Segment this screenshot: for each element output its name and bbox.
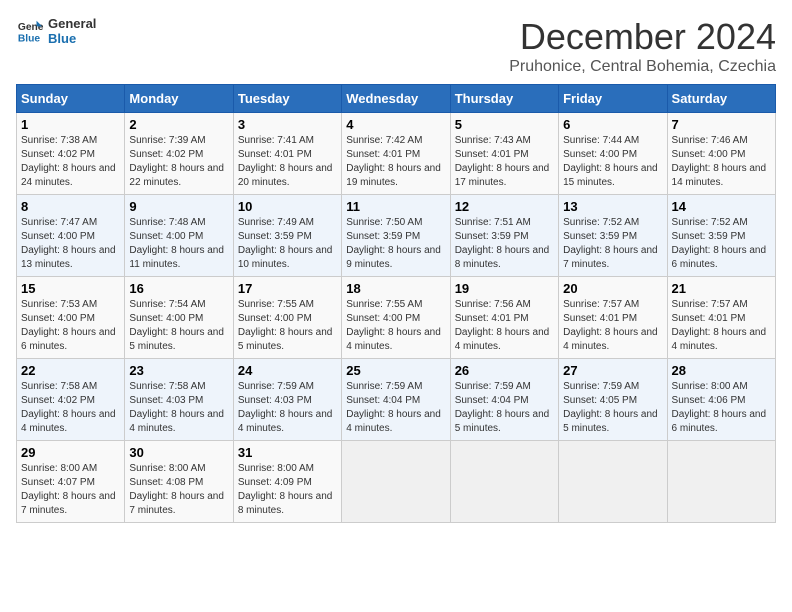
column-header-thursday: Thursday bbox=[450, 85, 558, 113]
logo: General Blue General Blue bbox=[16, 16, 96, 46]
location-title: Pruhonice, Central Bohemia, Czechia bbox=[509, 58, 776, 76]
calendar-week-1: 1 Sunrise: 7:38 AM Sunset: 4:02 PM Dayli… bbox=[17, 113, 776, 195]
calendar-cell bbox=[559, 441, 667, 523]
calendar-cell: 4 Sunrise: 7:42 AM Sunset: 4:01 PM Dayli… bbox=[342, 113, 450, 195]
calendar-cell: 6 Sunrise: 7:44 AM Sunset: 4:00 PM Dayli… bbox=[559, 113, 667, 195]
calendar-cell: 27 Sunrise: 7:59 AM Sunset: 4:05 PM Dayl… bbox=[559, 359, 667, 441]
calendar-week-3: 15 Sunrise: 7:53 AM Sunset: 4:00 PM Dayl… bbox=[17, 277, 776, 359]
calendar-cell: 18 Sunrise: 7:55 AM Sunset: 4:00 PM Dayl… bbox=[342, 277, 450, 359]
month-title: December 2024 bbox=[509, 16, 776, 58]
calendar-cell: 20 Sunrise: 7:57 AM Sunset: 4:01 PM Dayl… bbox=[559, 277, 667, 359]
calendar-cell: 7 Sunrise: 7:46 AM Sunset: 4:00 PM Dayli… bbox=[667, 113, 775, 195]
page-header: General Blue General Blue December 2024 … bbox=[16, 16, 776, 76]
column-header-friday: Friday bbox=[559, 85, 667, 113]
calendar-cell: 31 Sunrise: 8:00 AM Sunset: 4:09 PM Dayl… bbox=[233, 441, 341, 523]
svg-text:Blue: Blue bbox=[18, 33, 41, 44]
calendar-cell: 19 Sunrise: 7:56 AM Sunset: 4:01 PM Dayl… bbox=[450, 277, 558, 359]
column-header-monday: Monday bbox=[125, 85, 233, 113]
calendar-cell: 22 Sunrise: 7:58 AM Sunset: 4:02 PM Dayl… bbox=[17, 359, 125, 441]
calendar-cell: 1 Sunrise: 7:38 AM Sunset: 4:02 PM Dayli… bbox=[17, 113, 125, 195]
calendar-cell: 26 Sunrise: 7:59 AM Sunset: 4:04 PM Dayl… bbox=[450, 359, 558, 441]
calendar-cell: 15 Sunrise: 7:53 AM Sunset: 4:00 PM Dayl… bbox=[17, 277, 125, 359]
calendar-cell bbox=[450, 441, 558, 523]
title-area: December 2024 Pruhonice, Central Bohemia… bbox=[509, 16, 776, 76]
calendar-cell: 25 Sunrise: 7:59 AM Sunset: 4:04 PM Dayl… bbox=[342, 359, 450, 441]
calendar-week-5: 29 Sunrise: 8:00 AM Sunset: 4:07 PM Dayl… bbox=[17, 441, 776, 523]
column-header-wednesday: Wednesday bbox=[342, 85, 450, 113]
logo-icon: General Blue bbox=[16, 17, 44, 45]
calendar-cell: 2 Sunrise: 7:39 AM Sunset: 4:02 PM Dayli… bbox=[125, 113, 233, 195]
calendar-cell: 12 Sunrise: 7:51 AM Sunset: 3:59 PM Dayl… bbox=[450, 195, 558, 277]
calendar-cell: 29 Sunrise: 8:00 AM Sunset: 4:07 PM Dayl… bbox=[17, 441, 125, 523]
calendar-table: SundayMondayTuesdayWednesdayThursdayFrid… bbox=[16, 84, 776, 523]
calendar-cell: 3 Sunrise: 7:41 AM Sunset: 4:01 PM Dayli… bbox=[233, 113, 341, 195]
column-header-saturday: Saturday bbox=[667, 85, 775, 113]
calendar-cell: 11 Sunrise: 7:50 AM Sunset: 3:59 PM Dayl… bbox=[342, 195, 450, 277]
calendar-cell: 5 Sunrise: 7:43 AM Sunset: 4:01 PM Dayli… bbox=[450, 113, 558, 195]
calendar-week-4: 22 Sunrise: 7:58 AM Sunset: 4:02 PM Dayl… bbox=[17, 359, 776, 441]
calendar-cell: 8 Sunrise: 7:47 AM Sunset: 4:00 PM Dayli… bbox=[17, 195, 125, 277]
calendar-cell: 16 Sunrise: 7:54 AM Sunset: 4:00 PM Dayl… bbox=[125, 277, 233, 359]
column-header-sunday: Sunday bbox=[17, 85, 125, 113]
calendar-cell: 13 Sunrise: 7:52 AM Sunset: 3:59 PM Dayl… bbox=[559, 195, 667, 277]
calendar-week-2: 8 Sunrise: 7:47 AM Sunset: 4:00 PM Dayli… bbox=[17, 195, 776, 277]
calendar-cell: 17 Sunrise: 7:55 AM Sunset: 4:00 PM Dayl… bbox=[233, 277, 341, 359]
calendar-cell: 30 Sunrise: 8:00 AM Sunset: 4:08 PM Dayl… bbox=[125, 441, 233, 523]
calendar-cell: 21 Sunrise: 7:57 AM Sunset: 4:01 PM Dayl… bbox=[667, 277, 775, 359]
logo-text-general: General bbox=[48, 16, 96, 31]
calendar-cell: 23 Sunrise: 7:58 AM Sunset: 4:03 PM Dayl… bbox=[125, 359, 233, 441]
calendar-cell: 14 Sunrise: 7:52 AM Sunset: 3:59 PM Dayl… bbox=[667, 195, 775, 277]
column-header-tuesday: Tuesday bbox=[233, 85, 341, 113]
svg-text:General: General bbox=[18, 22, 44, 33]
calendar-cell: 10 Sunrise: 7:49 AM Sunset: 3:59 PM Dayl… bbox=[233, 195, 341, 277]
calendar-cell: 9 Sunrise: 7:48 AM Sunset: 4:00 PM Dayli… bbox=[125, 195, 233, 277]
calendar-cell: 28 Sunrise: 8:00 AM Sunset: 4:06 PM Dayl… bbox=[667, 359, 775, 441]
calendar-cell bbox=[342, 441, 450, 523]
calendar-cell bbox=[667, 441, 775, 523]
logo-text-blue: Blue bbox=[48, 31, 96, 46]
calendar-cell: 24 Sunrise: 7:59 AM Sunset: 4:03 PM Dayl… bbox=[233, 359, 341, 441]
